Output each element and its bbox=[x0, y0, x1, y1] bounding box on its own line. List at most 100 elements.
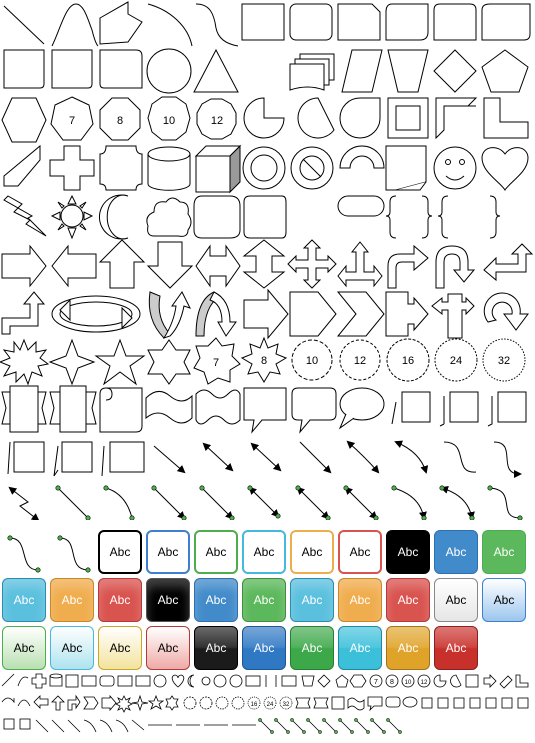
mini-callout-c1-icon[interactable] bbox=[3, 718, 15, 730]
curved-arrow-connector-icon[interactable] bbox=[299, 441, 332, 474]
mini-connector-c6-icon[interactable] bbox=[115, 719, 129, 733]
connector-dot-line-icon[interactable] bbox=[57, 487, 89, 519]
line-callout-icon[interactable] bbox=[391, 391, 431, 425]
elbow-connector-icon[interactable] bbox=[8, 486, 40, 520]
freeform-shape-icon[interactable] bbox=[99, 1, 143, 45]
snipped-rectangle-icon[interactable] bbox=[3, 49, 45, 89]
shape-style-tile[interactable]: Abc bbox=[386, 578, 430, 622]
mini-connector-c16-icon[interactable] bbox=[323, 719, 337, 733]
mini-bent-arrow-icon[interactable] bbox=[67, 694, 81, 711]
shape-style-tile[interactable]: Abc bbox=[98, 626, 142, 670]
rectangular-callout-icon[interactable] bbox=[243, 387, 287, 434]
rounded-callout-icon[interactable] bbox=[291, 387, 337, 434]
moon-icon[interactable] bbox=[98, 194, 129, 240]
mini-callout-icon[interactable] bbox=[367, 696, 383, 712]
mini-connector-c1-icon[interactable] bbox=[35, 719, 49, 733]
connector-dot-curve-two-icon[interactable] bbox=[393, 487, 427, 520]
mini-connector-c14-icon[interactable] bbox=[291, 719, 305, 733]
donut-icon[interactable] bbox=[290, 146, 334, 190]
connector-s-curve-start-icon[interactable] bbox=[9, 537, 39, 571]
curve-shape-icon[interactable] bbox=[51, 3, 99, 47]
mini-connector-c18-icon[interactable] bbox=[355, 719, 369, 733]
diamond-icon[interactable] bbox=[433, 49, 477, 93]
mini-connector-c4-icon[interactable] bbox=[83, 719, 97, 733]
mini-line-callout-7-icon[interactable] bbox=[517, 697, 529, 709]
mini-curve-arrow-icon[interactable] bbox=[17, 699, 31, 707]
shape-style-tile[interactable]: Abc bbox=[50, 626, 94, 670]
mini-circle-2-icon[interactable] bbox=[229, 674, 243, 688]
mini-rounded-icon[interactable] bbox=[99, 675, 115, 687]
double-brace-icon[interactable] bbox=[437, 195, 501, 239]
u-turn-arrow-icon[interactable] bbox=[435, 245, 476, 289]
mini-moon-icon[interactable] bbox=[187, 674, 195, 688]
six-point-star-icon[interactable] bbox=[147, 339, 191, 385]
mini-circle-icon[interactable] bbox=[213, 674, 227, 688]
curved-up-arrow-icon[interactable] bbox=[148, 291, 191, 339]
mini-ribbon-icon[interactable] bbox=[295, 697, 311, 709]
mini-brace-icon[interactable] bbox=[265, 675, 277, 687]
mini-line-callout-icon[interactable] bbox=[421, 697, 433, 709]
striped-right-arrow-icon[interactable] bbox=[243, 288, 289, 340]
mini-callout-c2-icon[interactable] bbox=[19, 718, 31, 730]
shape-style-tile[interactable]: Abc bbox=[98, 530, 142, 574]
wave-icon[interactable] bbox=[145, 391, 193, 424]
plaque-icon[interactable] bbox=[99, 145, 143, 191]
down-arrow-icon[interactable] bbox=[146, 241, 194, 289]
quad-arrow-callout-icon[interactable] bbox=[431, 293, 475, 339]
left-arrow-icon[interactable] bbox=[51, 244, 97, 288]
connector-dot-curve-icon[interactable] bbox=[105, 487, 133, 519]
mini-up-arrow-icon[interactable] bbox=[51, 695, 65, 711]
round-corner-rectangle-icon[interactable] bbox=[433, 3, 477, 41]
connector-dot-arrow-two-icon[interactable] bbox=[201, 487, 234, 520]
left-right-up-arrow-icon[interactable] bbox=[337, 241, 383, 288]
mini-connector-c20-icon[interactable] bbox=[387, 719, 401, 733]
mini-smiley-icon[interactable] bbox=[153, 674, 167, 688]
mini-line-callout-5-icon[interactable] bbox=[485, 697, 497, 709]
plus-shape-icon[interactable] bbox=[49, 145, 95, 191]
mini-rect-icon[interactable] bbox=[65, 674, 79, 688]
ellipse-icon[interactable] bbox=[146, 48, 192, 94]
down-ribbon-icon[interactable] bbox=[49, 385, 97, 433]
shape-style-tile[interactable]: Abc bbox=[338, 530, 382, 574]
flowchart-terminator-icon[interactable] bbox=[337, 195, 385, 217]
line-shape-icon[interactable] bbox=[3, 5, 45, 45]
pentagon-icon[interactable] bbox=[481, 49, 529, 93]
block-arc-icon[interactable] bbox=[385, 145, 427, 191]
mini-star8-icon[interactable] bbox=[199, 696, 213, 710]
shape-style-tile[interactable]: Abc bbox=[338, 626, 382, 670]
half-frame-icon[interactable] bbox=[435, 97, 478, 140]
quad-arrow-icon[interactable] bbox=[287, 239, 337, 289]
l-shape-icon[interactable] bbox=[483, 97, 529, 139]
mini-chevron-icon[interactable] bbox=[83, 696, 99, 710]
circular-arrow-alt-icon[interactable] bbox=[483, 292, 529, 331]
s-curve-connector-two-icon[interactable] bbox=[493, 441, 522, 478]
teardrop-icon[interactable] bbox=[339, 97, 381, 139]
explosion-icon[interactable] bbox=[0, 338, 50, 386]
shape-style-tile[interactable]: Abc bbox=[290, 626, 334, 670]
dodecagon-icon[interactable]: 12 bbox=[196, 98, 237, 140]
right-arrow-callout-icon[interactable] bbox=[385, 291, 429, 337]
mini-explosion-icon[interactable] bbox=[115, 695, 133, 713]
left-up-arrow-icon[interactable] bbox=[483, 243, 534, 282]
mini-star6-icon[interactable] bbox=[165, 695, 179, 711]
bent-up-arrow-icon[interactable] bbox=[1, 291, 46, 335]
mini-decagon-icon[interactable]: 10 bbox=[401, 674, 415, 688]
frame-icon[interactable] bbox=[387, 97, 429, 139]
trapezoid-icon[interactable] bbox=[387, 49, 429, 93]
no-symbol-icon[interactable] bbox=[339, 145, 385, 169]
shape-style-tile[interactable]: Abc bbox=[386, 530, 430, 574]
multi-document-icon[interactable] bbox=[289, 53, 335, 91]
heptagon-icon[interactable]: 7 bbox=[50, 96, 94, 141]
connector-dot-curve-three-icon[interactable] bbox=[440, 485, 475, 520]
mini-frame-icon[interactable] bbox=[465, 674, 479, 688]
folded-rectangle-icon[interactable] bbox=[99, 49, 143, 89]
mini-connector-c19-icon[interactable] bbox=[371, 719, 385, 733]
shape-style-tile[interactable]: Abc bbox=[146, 626, 190, 670]
mini-arrow-2-icon[interactable] bbox=[499, 675, 513, 689]
border-callout-two-icon[interactable] bbox=[53, 441, 93, 477]
pentagon-arrow-icon[interactable] bbox=[289, 291, 337, 337]
curved-double-arrow-connector-icon[interactable] bbox=[346, 440, 380, 474]
shape-style-tile[interactable]: Abc bbox=[50, 578, 94, 622]
shape-style-tile[interactable]: Abc bbox=[2, 578, 46, 622]
bracket-pair-icon[interactable] bbox=[243, 195, 287, 239]
